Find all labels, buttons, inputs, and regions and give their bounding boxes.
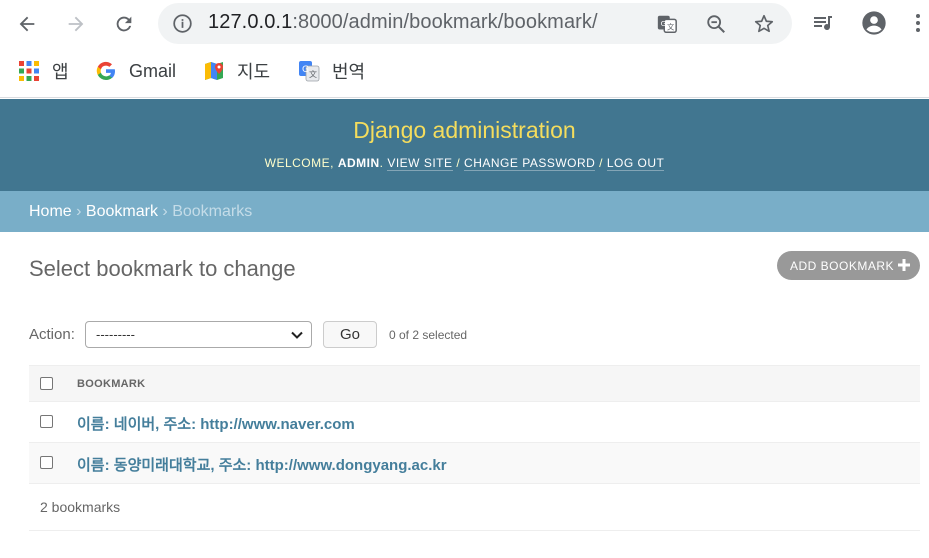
separator: / [599,156,604,170]
change-password-link[interactable]: Change password [464,156,596,171]
svg-text:文: 文 [309,69,317,79]
user-tools: Welcome, admin. View site / Change passw… [264,156,665,171]
username: admin [337,156,380,170]
action-select[interactable]: --------- [85,321,312,348]
column-header-bookmark[interactable]: BOOKMARK [77,378,145,390]
selection-counter: 0 of 2 selected [389,328,468,342]
breadcrumb-home[interactable]: Home [29,203,72,220]
action-selected-option: --------- [96,327,135,342]
site-branding[interactable]: Django administration [0,117,929,144]
reload-icon [116,16,132,32]
url-host: 127.0.0.1 [208,11,293,33]
bookmark-label: 번역 [332,62,366,82]
bookmark-maps[interactable]: 지도 [203,58,270,84]
log-out-link[interactable]: Log out [606,156,665,171]
result-list: BOOKMARK 이름: 네이버, 주소: http://www.naver.c… [29,365,920,531]
result-count: 2 bookmarks [40,499,121,515]
breadcrumb-app[interactable]: Bookmark [86,203,158,220]
url-text[interactable]: 127.0.0.1:8000/admin/bookmark/bookmark/ [208,11,598,34]
forward-button[interactable] [60,8,92,40]
table-row: 이름: 동양미래대학교, 주소: http://www.dongyang.ac.… [29,443,920,484]
arrow-left-icon [19,16,35,32]
action-label: Action: [29,326,75,343]
actions-bar: Action: --------- Go 0 of 2 selected [29,320,920,350]
account-icon[interactable] [860,9,888,37]
svg-text:G: G [661,19,667,28]
reload-button[interactable] [108,8,140,40]
bookmarks-bar: 앱 Gmail 지도 G 文 번역 [0,48,929,98]
bookmark-gmail[interactable]: Gmail [95,58,176,84]
breadcrumb-separator: › [162,203,168,220]
svg-text:G: G [302,65,309,75]
google-g-icon [96,61,116,81]
translate-icon: G 文 [299,61,320,82]
plus-icon [898,259,910,271]
add-bookmark-label: ADD BOOKMARK [790,258,895,273]
row-link[interactable]: 이름: 네이버, 주소: http://www.naver.com [77,413,355,434]
star-icon[interactable] [753,13,775,35]
browser-toolbar: 127.0.0.1:8000/admin/bookmark/bookmark/ … [0,0,929,48]
paginator: 2 bookmarks [29,484,920,531]
select-all-checkbox[interactable] [40,377,53,390]
info-icon[interactable] [172,13,193,34]
back-button[interactable] [11,8,43,40]
welcome-text: Welcome, [264,156,334,170]
row-checkbox[interactable] [40,415,53,428]
breadcrumb-current: Bookmarks [172,203,253,220]
row-link[interactable]: 이름: 동양미래대학교, 주소: http://www.dongyang.ac.… [77,454,447,475]
bookmark-label: 지도 [237,62,271,82]
page-translate-icon[interactable]: G文 [656,13,678,35]
arrow-right-icon [68,16,84,32]
breadcrumb-separator: › [76,203,82,220]
bookmark-translate[interactable]: G 文 번역 [298,58,365,84]
apps-grid-icon [19,61,39,81]
go-button[interactable]: Go [323,321,377,348]
maps-icon [205,62,223,80]
svg-text:文: 文 [667,23,675,32]
breadcrumb: Home › Bookmark › Bookmarks [0,191,929,232]
url-path: :8000/admin/bookmark/bookmark/ [292,11,598,33]
table-row: 이름: 네이버, 주소: http://www.naver.com [29,402,920,443]
media-queue-icon[interactable] [811,11,835,35]
zoom-out-icon[interactable] [705,13,727,35]
address-bar[interactable]: 127.0.0.1:8000/admin/bookmark/bookmark/ … [158,3,792,44]
more-vert-icon[interactable] [908,11,928,35]
row-checkbox[interactable] [40,456,53,469]
view-site-link[interactable]: View site [387,156,453,171]
admin-header: Django administration Welcome, admin. Vi… [0,99,929,191]
page-title: Select bookmark to change [29,256,296,281]
chevron-down-icon [291,331,303,339]
bookmark-apps[interactable]: 앱 [18,58,69,84]
bookmark-label: 앱 [52,62,69,82]
bookmark-label: Gmail [129,60,177,81]
table-header: BOOKMARK [29,365,920,402]
separator: / [456,156,461,170]
add-bookmark-button[interactable]: ADD BOOKMARK [777,251,920,280]
